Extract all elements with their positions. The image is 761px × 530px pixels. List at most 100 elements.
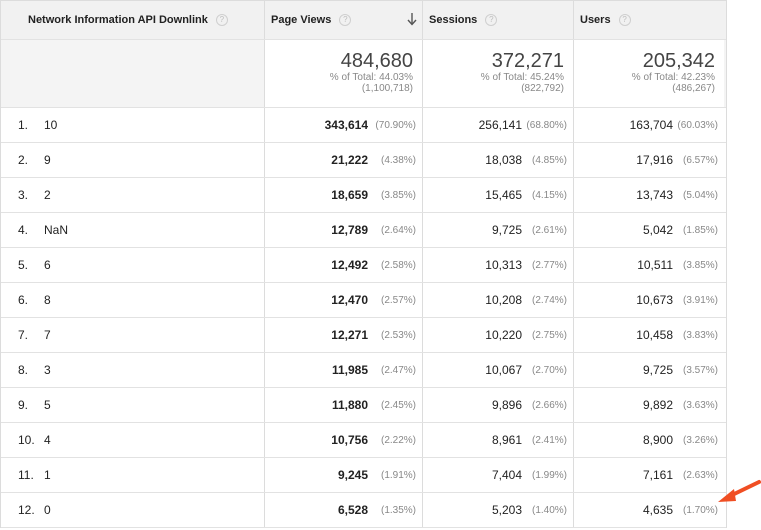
dimension-value[interactable]: 7 [44,328,51,342]
pageviews-pct: (1.35%) [380,504,416,516]
totals-users-total: (486,267) [672,83,715,94]
pageviews-cell: 12,492 (2.58%) [264,248,422,282]
help-icon[interactable]: ? [618,14,631,26]
table-row[interactable]: 4. NaN 12,789 (2.64%) 9,725 (2.61%) 5,042 (1.85… [1,213,726,248]
row-index: 6. [18,293,29,307]
row-index: 3. [18,188,29,202]
help-icon[interactable]: ? [339,14,352,26]
pageviews-cell: 12,271 (2.53%) [264,318,422,352]
pageviews-value: 9,245 [337,468,368,482]
row-index: 4. [18,223,29,237]
sessions-cell: 10,313 (2.77%) [422,248,573,282]
users-cell: 10,673 (3.91%) [573,283,724,317]
dimension-value[interactable]: 9 [44,153,51,167]
users-value: 10,673 [636,293,673,307]
users-cell: 13,743 (5.04%) [573,178,724,212]
dimension-value[interactable]: 1 [44,468,51,482]
sessions-value: 10,220 [485,328,522,342]
pageviews-value: 343,614 [324,118,368,132]
sessions-pct: (68.80%) [526,119,567,131]
pageviews-cell: 9,245 (1.91%) [264,458,422,492]
table-body: 1. 10 343,614 (70.90%) 256,141 (68.80%) 163,70… [1,108,726,528]
dimension-value[interactable]: 4 [44,433,51,447]
sessions-value: 10,208 [485,293,522,307]
users-pct: (1.85%) [682,224,718,236]
users-pct: (5.04%) [682,189,718,201]
dimension-value[interactable]: 5 [44,398,51,412]
dimension-cell: 7. 7 [1,318,264,352]
pageviews-value: 12,470 [331,293,368,307]
totals-pageviews: 484,680 % of Total: 44.03% (1,100,718) [264,40,422,107]
sessions-cell: 5,203 (1.40%) [422,493,573,527]
users-value: 163,704 [629,118,673,132]
header-users-label: Users [580,14,611,26]
table-row[interactable]: 10. 4 10,756 (2.22%) 8,961 (2.41%) 8,900 (3.26%… [1,423,726,458]
row-index: 9. [18,398,29,412]
header-dimension[interactable]: Network Information API Downlink ? [1,1,264,39]
header-pageviews[interactable]: Page Views ? [264,1,422,39]
dimension-cell: 3. 2 [1,178,264,212]
users-pct: (1.70%) [682,504,718,516]
users-value: 9,725 [642,363,673,377]
table-row[interactable]: 7. 7 12,271 (2.53%) 10,220 (2.75%) 10,458 (3.83… [1,318,726,353]
pageviews-pct: (2.64%) [380,224,416,236]
sessions-value: 5,203 [491,503,522,517]
table-row[interactable]: 9. 5 11,880 (2.45%) 9,896 (2.66%) 9,892 (3.63%) [1,388,726,423]
help-icon[interactable]: ? [215,14,228,26]
header-users[interactable]: Users ? [573,1,724,39]
users-value: 10,458 [636,328,673,342]
sessions-value: 9,896 [491,398,522,412]
users-cell: 9,725 (3.57%) [573,353,724,387]
dimension-cell: 4. NaN [1,213,264,247]
totals-pageviews-pct: % of Total: 44.03% [329,72,413,83]
table-row[interactable]: 1. 10 343,614 (70.90%) 256,141 (68.80%) 163,70… [1,108,726,143]
totals-users: 205,342 % of Total: 42.23% (486,267) [573,40,724,107]
table-row[interactable]: 5. 6 12,492 (2.58%) 10,313 (2.77%) 10,511 (3.85… [1,248,726,283]
dimension-cell: 1. 10 [1,108,264,142]
pageviews-pct: (1.91%) [380,469,416,481]
report-table: Network Information API Downlink ? Page … [0,0,727,528]
users-cell: 8,900 (3.26%) [573,423,724,457]
dimension-value[interactable]: 3 [44,363,51,377]
dimension-value[interactable]: 8 [44,293,51,307]
sessions-value: 15,465 [485,188,522,202]
sessions-cell: 256,141 (68.80%) [422,108,573,142]
totals-sessions: 372,271 % of Total: 45.24% (822,792) [422,40,573,107]
row-index: 5. [18,258,29,272]
users-value: 4,635 [642,503,673,517]
dimension-value[interactable]: NaN [44,223,68,237]
users-cell: 4,635 (1.70%) [573,493,724,527]
users-value: 5,042 [642,223,673,237]
dimension-value[interactable]: 6 [44,258,51,272]
pageviews-cell: 10,756 (2.22%) [264,423,422,457]
table-row[interactable]: 8. 3 11,985 (2.47%) 10,067 (2.70%) 9,725 (3.57%… [1,353,726,388]
help-icon[interactable]: ? [485,14,498,26]
sessions-value: 10,313 [485,258,522,272]
users-value: 13,743 [636,188,673,202]
pageviews-cell: 343,614 (70.90%) [264,108,422,142]
table-row[interactable]: 6. 8 12,470 (2.57%) 10,208 (2.74%) 10,673 (3.91… [1,283,726,318]
dimension-value[interactable]: 0 [44,503,51,517]
pageviews-pct: (2.57%) [380,294,416,306]
pageviews-pct: (2.22%) [380,434,416,446]
sessions-value: 8,961 [491,433,522,447]
arrow-down-icon[interactable] [407,12,417,26]
sessions-cell: 15,465 (4.15%) [422,178,573,212]
header-sessions[interactable]: Sessions ? [422,1,573,39]
row-index: 11. [18,468,34,482]
pageviews-pct: (3.85%) [380,189,416,201]
pageviews-pct: (70.90%) [375,119,416,131]
users-pct: (3.26%) [682,434,718,446]
users-pct: (6.57%) [682,154,718,166]
dimension-value[interactable]: 2 [44,188,51,202]
pageviews-cell: 12,789 (2.64%) [264,213,422,247]
table-row[interactable]: 11. 1 9,245 (1.91%) 7,404 (1.99%) 7,161 (2.63%) [1,458,726,493]
table-row[interactable]: 2. 9 21,222 (4.38%) 18,038 (4.85%) 17,916 (6.57… [1,143,726,178]
dimension-value[interactable]: 10 [44,118,57,132]
row-index: 12. [18,503,35,517]
totals-sessions-pct: % of Total: 45.24% [480,72,564,83]
table-row[interactable]: 3. 2 18,659 (3.85%) 15,465 (4.15%) 13,743 (5.04… [1,178,726,213]
pageviews-pct: (2.53%) [380,329,416,341]
totals-pageviews-total: (1,100,718) [361,83,413,94]
table-row[interactable]: 12. 0 6,528 (1.35%) 5,203 (1.40%) 4,635 (1.70%) [1,493,726,528]
